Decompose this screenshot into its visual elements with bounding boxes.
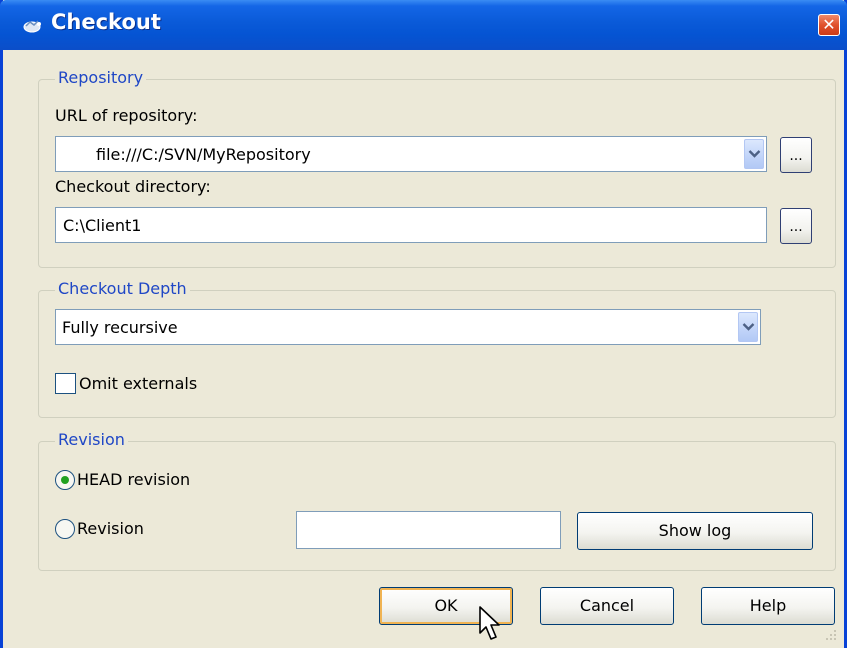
depth-combobox[interactable]: Fully recursive — [55, 309, 761, 345]
omit-externals-checkbox[interactable] — [55, 373, 76, 394]
close-icon: ✕ — [822, 15, 836, 34]
checkout-directory-input[interactable]: C:\Client1 — [55, 207, 767, 243]
window-title: Checkout — [51, 10, 161, 34]
url-browse-button[interactable]: ... — [780, 137, 812, 173]
depth-value: Fully recursive — [62, 318, 178, 337]
help-button[interactable]: Help — [701, 587, 835, 625]
cancel-button[interactable]: Cancel — [540, 587, 674, 625]
omit-externals-label: Omit externals — [79, 374, 198, 393]
chevron-down-icon — [742, 323, 755, 331]
radio-selected-dot — [61, 476, 69, 484]
close-button[interactable]: ✕ — [818, 14, 840, 36]
checkout-dialog: Checkout ✕ Repository URL of repository:… — [0, 0, 847, 648]
head-revision-label: HEAD revision — [77, 470, 191, 489]
revision-legend: Revision — [55, 430, 128, 449]
url-dropdown-button[interactable] — [744, 139, 764, 169]
url-label: URL of repository: — [55, 106, 198, 125]
show-log-button[interactable]: Show log — [577, 512, 813, 550]
checkout-depth-legend: Checkout Depth — [55, 279, 190, 298]
revision-group — [38, 441, 836, 571]
revision-radio-label: Revision — [77, 519, 144, 538]
checkout-directory-label: Checkout directory: — [55, 177, 211, 196]
revision-input[interactable] — [296, 511, 561, 549]
title-bar[interactable]: Checkout ✕ — [0, 0, 847, 50]
directory-browse-button[interactable]: ... — [780, 208, 812, 244]
revision-radio[interactable] — [55, 519, 75, 539]
url-value: file:///C:/SVN/MyRepository — [96, 145, 311, 164]
url-combobox[interactable]: file:///C:/SVN/MyRepository — [55, 136, 767, 172]
depth-dropdown-button[interactable] — [738, 312, 758, 342]
chevron-down-icon — [748, 150, 761, 158]
mouse-pointer-icon — [479, 606, 500, 640]
checkout-directory-value: C:\Client1 — [63, 216, 142, 235]
resize-grip-icon[interactable] — [824, 628, 838, 642]
tortoise-icon — [23, 20, 41, 33]
head-revision-radio[interactable] — [55, 470, 75, 490]
repository-legend: Repository — [55, 68, 147, 87]
